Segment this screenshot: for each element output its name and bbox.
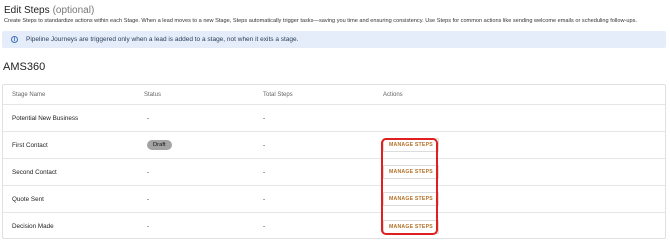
manage-steps-highlight xyxy=(381,138,438,235)
total-steps-cell: - xyxy=(263,223,266,230)
status-cell: - xyxy=(147,223,150,230)
stage-name-cell: First Contact xyxy=(12,141,48,149)
column-header-status: Status xyxy=(144,91,162,98)
total-steps-cell: - xyxy=(263,168,266,176)
info-icon: i xyxy=(11,36,18,43)
table-row: Decision Made - - MANAGE STEPS xyxy=(3,213,665,240)
column-header-total-steps: Total Steps xyxy=(263,91,293,98)
status-cell: - xyxy=(147,195,150,203)
table-row: Second Contact - - MANAGE STEPS xyxy=(3,159,665,186)
total-steps-cell: - xyxy=(263,114,266,122)
optional-label: (optional) xyxy=(52,5,95,16)
status-cell: - xyxy=(147,168,150,176)
total-steps-cell: - xyxy=(263,141,266,149)
stages-table: Stage Name Status Total Steps Actions Po… xyxy=(2,84,666,239)
status-badge-draft: Draft xyxy=(147,140,172,150)
total-steps-cell: - xyxy=(263,195,266,203)
column-header-stage-name: Stage Name xyxy=(12,91,46,98)
column-header-actions: Actions xyxy=(383,91,403,98)
info-banner: i Pipeline Journeys are triggered only w… xyxy=(2,31,666,48)
stage-name-cell: Second Contact xyxy=(12,168,57,176)
pipeline-name: AMS360 xyxy=(3,61,46,73)
table-row: First Contact Draft - MANAGE STEPS xyxy=(3,132,665,159)
status-cell: - xyxy=(147,114,150,122)
table-header-row: Stage Name Status Total Steps Actions xyxy=(3,85,665,105)
table-row: Potential New Business - - xyxy=(3,105,665,132)
page-title-text: Edit Steps xyxy=(4,5,50,16)
page-description: Create Steps to standardize actions with… xyxy=(4,18,637,24)
info-banner-text: Pipeline Journeys are triggered only whe… xyxy=(26,36,299,43)
stage-name-cell: Potential New Business xyxy=(12,114,79,122)
status-cell: Draft xyxy=(147,132,172,158)
table-row: Quote Sent - - MANAGE STEPS xyxy=(3,186,665,213)
page-title: Edit Steps (optional) xyxy=(4,5,94,16)
stage-name-cell: Quote Sent xyxy=(12,195,44,203)
stage-name-cell: Decision Made xyxy=(12,223,54,230)
